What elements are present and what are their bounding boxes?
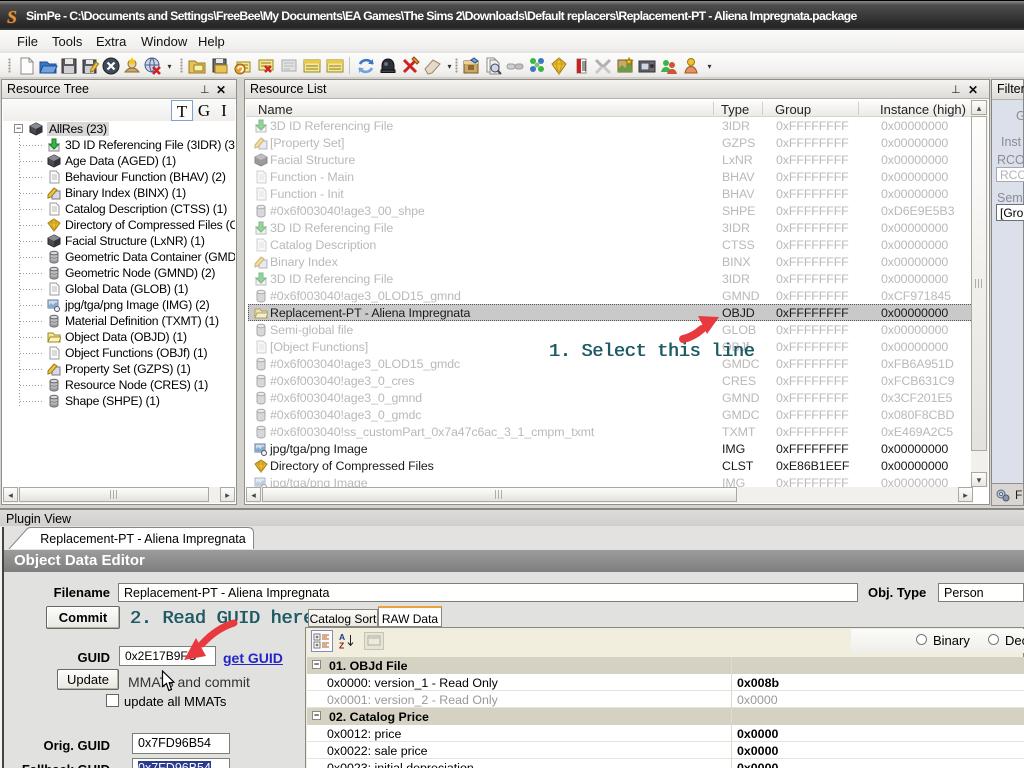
svg-text:Z: Z [339,641,344,651]
